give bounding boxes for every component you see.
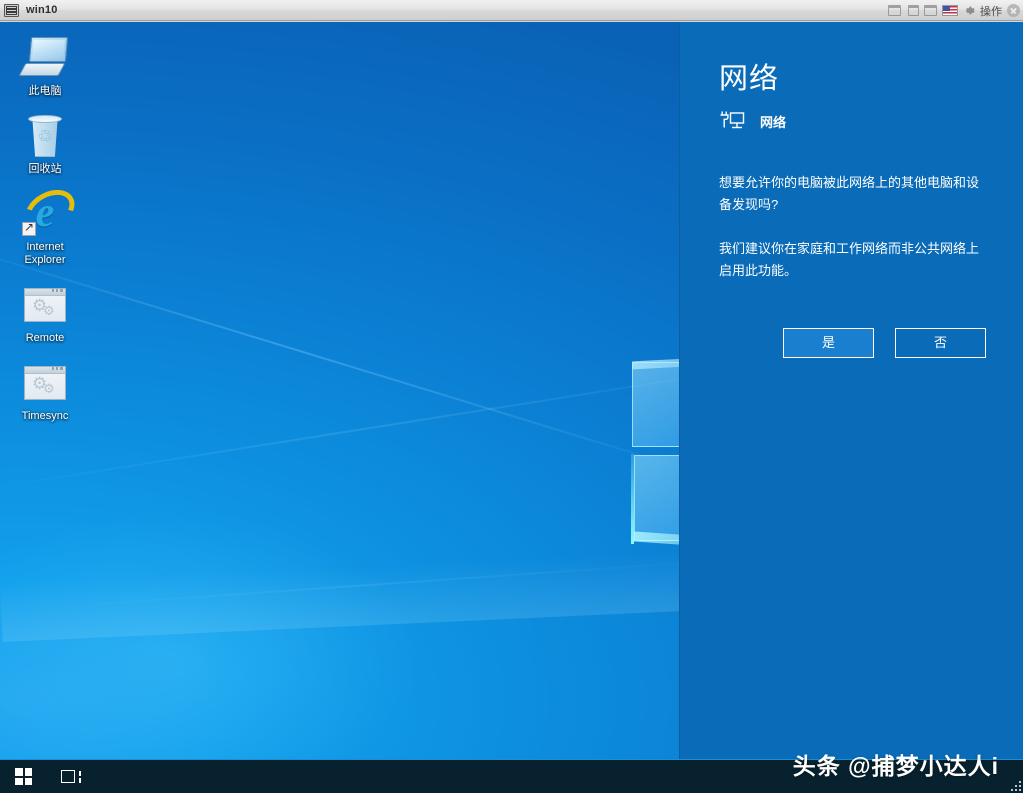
start-button[interactable]	[0, 760, 47, 793]
desktop-icon-label: 回收站	[6, 163, 84, 176]
desktop-icon-label: 此电脑	[6, 85, 84, 98]
flyout-section-label: 网络	[760, 112, 786, 131]
watermark-text: 头条 @捕梦小达人i	[793, 747, 999, 781]
close-icon[interactable]	[1007, 4, 1020, 17]
action-menu-button[interactable]: 操作	[979, 3, 1003, 19]
gear-icon[interactable]	[962, 4, 975, 17]
desktop-icon-label: Internet Explorer	[6, 241, 84, 267]
desktop-icon-remote[interactable]: ⚙⚙ Remote	[6, 277, 84, 345]
task-view-button[interactable]	[47, 760, 94, 793]
us-flag-icon[interactable]	[942, 5, 958, 16]
console-icon	[4, 4, 19, 17]
desktop-icon-recycle-bin[interactable]: ♲ 回收站	[6, 108, 84, 176]
recycle-bin-icon: ♲	[6, 112, 84, 160]
flyout-button-row: 是 否	[783, 328, 986, 358]
window-restore-icon[interactable]	[888, 5, 902, 17]
yes-button[interactable]: 是	[783, 328, 874, 358]
desktop-icon-this-pc[interactable]: 此电脑	[6, 30, 84, 98]
network-computer-icon	[719, 110, 745, 132]
network-discovery-flyout: 网络 网络 想要允许你的电脑被此网络上的其他电脑和设备发现吗? 我们建	[679, 22, 1023, 759]
flyout-paragraph-1: 想要允许你的电脑被此网络上的其他电脑和设备发现吗?	[719, 172, 991, 216]
desktop-icon-label: Timesync	[6, 410, 84, 423]
desktop-icon-timesync[interactable]: ⚙⚙ Timesync	[6, 355, 84, 423]
desktop-icon-internet-explorer[interactable]: e Internet Explorer	[6, 186, 84, 267]
resize-grip[interactable]	[1007, 777, 1021, 791]
task-view-icon	[61, 769, 81, 785]
titlebar-left-group: win10	[0, 4, 58, 17]
internet-explorer-icon: e	[6, 190, 84, 238]
window-title: win10	[26, 4, 58, 16]
titlebar-controls: 操作	[888, 0, 1020, 21]
fullscreen-icon[interactable]	[924, 5, 938, 17]
windows-logo-icon	[15, 768, 32, 785]
guest-screen: 此电脑 ♲ 回收站 e Internet Explorer	[0, 22, 1023, 793]
flyout-title: 网络	[719, 55, 779, 97]
gears-app-icon: ⚙⚙	[6, 281, 84, 329]
desktop-icon-grid: 此电脑 ♲ 回收站 e Internet Explorer	[6, 30, 84, 433]
flyout-section-header: 网络	[719, 110, 786, 132]
flyout-body: 想要允许你的电脑被此网络上的其他电脑和设备发现吗? 我们建议你在家庭和工作网络而…	[719, 172, 991, 304]
gears-app-icon: ⚙⚙	[6, 359, 84, 407]
window-titlebar[interactable]: win10 操作	[0, 0, 1023, 21]
this-pc-icon	[6, 34, 84, 82]
no-button[interactable]: 否	[895, 328, 986, 358]
flyout-paragraph-2: 我们建议你在家庭和工作网络而非公共网络上启用此功能。	[719, 238, 991, 282]
virtual-machine-window: win10 操作	[0, 0, 1023, 793]
desktop-icon-label: Remote	[6, 332, 84, 345]
window-scale-icon[interactable]	[906, 5, 920, 17]
shortcut-arrow-icon	[22, 222, 36, 236]
